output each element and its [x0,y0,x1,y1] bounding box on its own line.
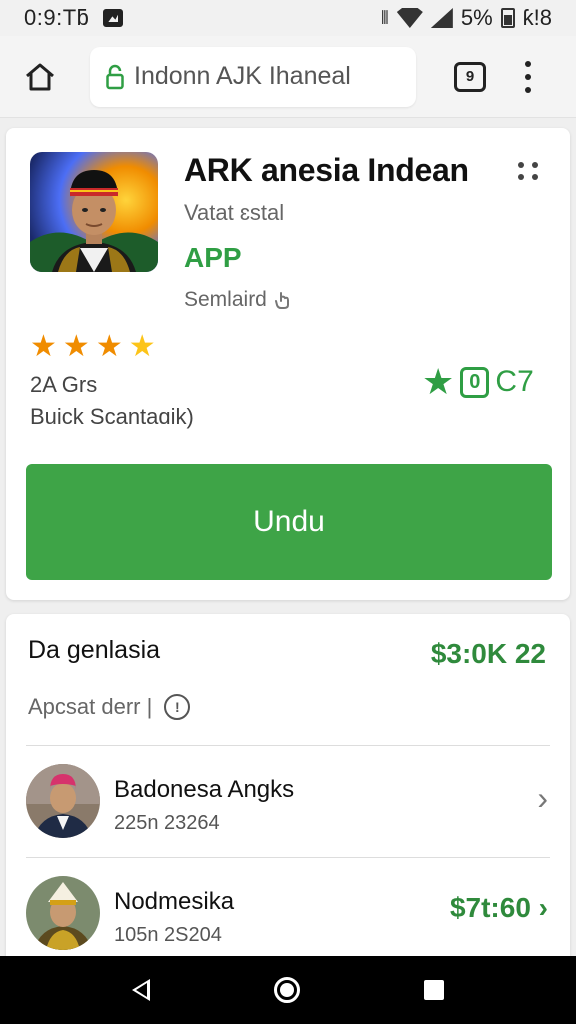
app-icon-portrait [30,152,158,272]
status-time: 0:9:Tƃ [24,5,90,30]
browser-toolbar: Indonn AJK Ihaneal 9 [0,36,576,118]
star-icon: ★ [95,330,123,363]
divider [26,745,550,746]
recent-apps-button[interactable] [424,980,444,1000]
rating-summary[interactable]: ★ 0 C7 [422,364,534,400]
details-card: Da genlasia $3:0K 22 Apcsat derr | ! Bad… [6,614,570,974]
image-notification-icon [103,9,124,27]
install-button[interactable]: Undu [26,464,552,580]
green-star-icon: ★ [422,361,455,402]
chevron-right-icon: › [538,892,548,923]
info-icon[interactable]: ! [164,694,191,720]
app-developer[interactable]: Vatat ɛstal [184,200,284,226]
chevron-right-icon: › [537,780,548,816]
details-price: $3:0K 22 [430,638,546,669]
more-dot [532,162,538,168]
details-title: Da genlasia [28,636,161,664]
lock-icon [106,64,124,89]
menu-dot [525,86,531,93]
status-indicators: ⦀ 5% ƙ!8 [381,5,552,31]
status-bar: 0:9:Tƃ ⦀ 5% ƙ!8 [0,0,576,36]
avatar [26,876,100,950]
app-type-badge: APP [184,242,242,273]
star-half-icon: ★ [128,330,156,363]
system-nav-bar [0,956,576,1024]
wifi-icon [396,8,423,28]
star-icon: ★ [30,330,57,363]
status-clock-right: ƙ!8 [522,5,552,30]
tab-count: 9 [465,68,475,85]
battery-percent: 5% [460,5,493,30]
url-text: Indonn AJK Ihaneal [134,62,351,90]
back-button[interactable] [132,979,150,1001]
app-info-card: ARK anesia Indean Vatat ɛstal APP Semlai… [6,128,570,600]
list-item[interactable]: Badonesa Angks 225n 23264 › [6,754,570,854]
item-price-text: $7t:60 [449,892,531,923]
details-meta-text: Apcsat derr | [28,694,153,719]
battery-icon [500,8,515,28]
review-subtext: Buick Scantaɑik) [30,404,194,429]
avatar-portrait [26,764,100,838]
item-price: $7t:60 › [450,892,548,924]
more-dot [518,162,524,168]
avatar-portrait [26,876,100,950]
more-dot [532,174,538,180]
item-name: Badonesa Angks [114,776,295,803]
app-status: Semlaird [184,288,291,312]
hand-icon [274,292,289,309]
overflow-menu-button[interactable] [522,60,534,93]
more-dot [518,174,524,180]
menu-dot [525,60,531,67]
menu-dot [525,73,531,80]
rating-badge: 0 [460,366,490,398]
avatar [26,764,100,838]
list-item[interactable]: Nodmesika 105n 2S204 $7t:60 › [6,866,570,966]
rating-value: C7 [495,365,534,398]
star-icon: ★ [62,330,90,363]
url-bar[interactable]: Indonn AJK Ihaneal [90,46,416,107]
app-icon[interactable] [30,152,158,272]
signal-icon [430,8,453,28]
vibrate-icon: ⦀ [380,7,389,28]
app-status-text: Semlaird [184,288,267,311]
rating-stars: ★ ★ ★ ★ [30,332,156,362]
item-subtext: 105n 2S204 [114,924,222,946]
item-name: Nodmesika [114,888,235,915]
home-nav-button[interactable] [274,977,300,1003]
item-subtext: 225n 23264 [114,812,220,834]
home-button[interactable] [18,55,62,99]
details-meta: Apcsat derr | ! [28,694,191,720]
app-title: ARK anesia Indean [184,152,469,188]
divider [26,857,550,858]
review-count: 2A Grs [30,372,98,397]
home-icon [26,63,54,90]
app-more-options-button[interactable] [518,162,540,180]
tab-switcher-button[interactable]: 9 [454,61,486,92]
